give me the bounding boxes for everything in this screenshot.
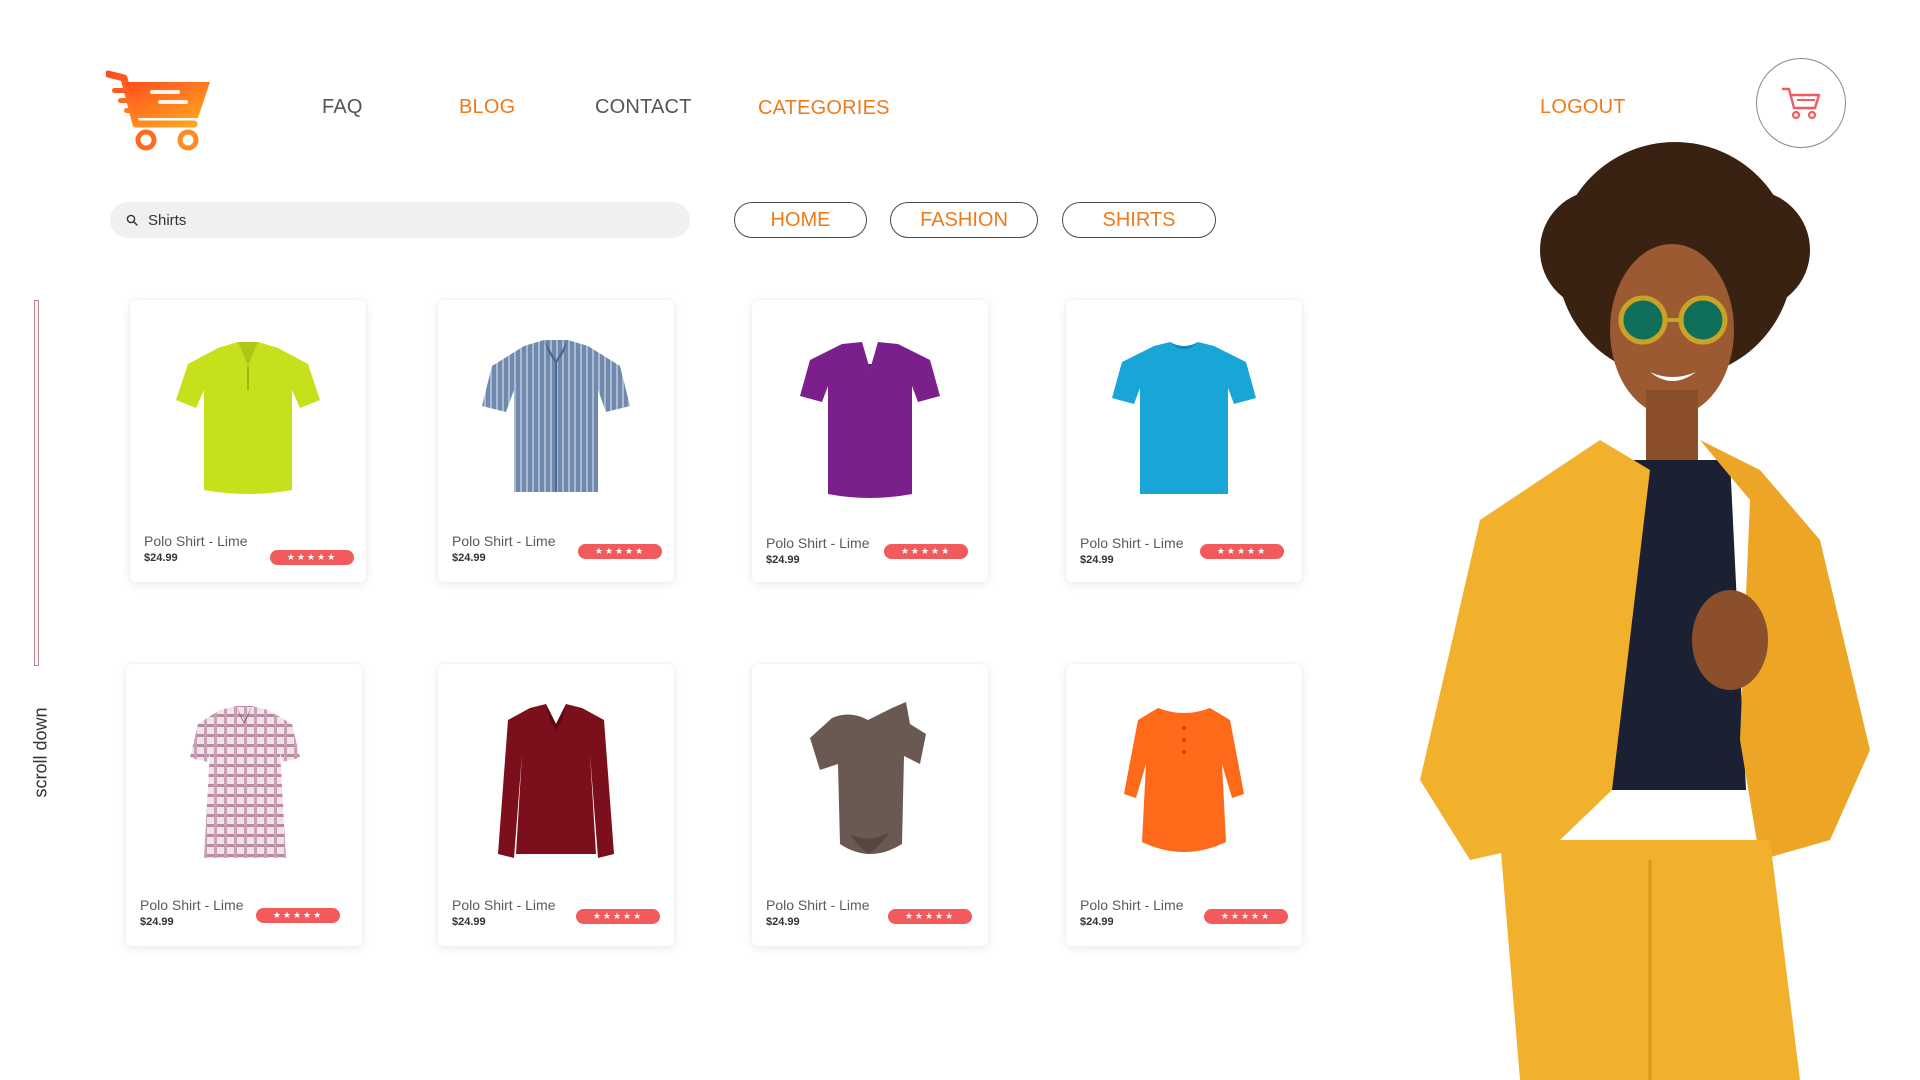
product-image-plaid-shirt [190,706,300,858]
rating-badge: ★★★★★ [576,909,660,924]
pill-shirts[interactable]: SHIRTS [1062,202,1216,238]
product-card[interactable]: Polo Shirt - Lime $24.99 ★★★★★ [752,664,988,946]
product-card[interactable]: Polo Shirt - Lime $24.99 ★★★★★ [126,664,362,946]
product-card[interactable]: Polo Shirt - Lime $24.99 ★★★★★ [1066,300,1302,582]
product-card[interactable]: Polo Shirt - Lime $24.99 ★★★★★ [438,300,674,582]
cart-button[interactable] [1756,58,1846,148]
product-price: $24.99 [766,554,800,566]
rating-badge: ★★★★★ [256,908,340,923]
product-name: Polo Shirt - Lime [1080,897,1184,913]
rating-badge: ★★★★★ [884,544,968,559]
product-price: $24.99 [140,916,174,928]
product-image-purple-tee [800,342,940,498]
rating-badge: ★★★★★ [578,544,662,559]
product-name: Polo Shirt - Lime [766,897,870,913]
search-bar[interactable] [110,202,690,238]
product-price: $24.99 [1080,916,1114,928]
scroll-down-label: scroll down [30,707,51,798]
product-name: Polo Shirt - Lime [766,535,870,551]
product-price: $24.99 [144,552,178,564]
nav-faq[interactable]: FAQ [322,96,363,119]
search-input[interactable] [146,210,670,230]
nav-blog[interactable]: BLOG [459,96,515,119]
pill-fashion[interactable]: FASHION [890,202,1038,238]
product-image-blue-shirt [482,340,630,492]
product-card[interactable]: Polo Shirt - Lime $24.99 ★★★★★ [752,300,988,582]
rating-badge: ★★★★★ [1204,909,1288,924]
product-image-orange-blouse [1124,708,1244,852]
rating-badge: ★★★★★ [1200,544,1284,559]
product-price: $24.99 [452,916,486,928]
scroll-track[interactable] [34,300,39,666]
pill-home[interactable]: HOME [734,202,867,238]
rating-badge: ★★★★★ [888,909,972,924]
product-price: $24.99 [452,552,486,564]
search-icon [126,214,138,226]
product-price: $24.99 [766,916,800,928]
product-name: Polo Shirt - Lime [140,897,244,913]
nav-categories[interactable]: CATEGORIES [758,97,890,120]
product-image-cyan-tee [1112,342,1256,494]
hero-model-image [1420,142,1870,1080]
product-image-brown-tee [810,702,926,854]
product-image-maroon-blouse [498,704,614,858]
product-name: Polo Shirt - Lime [144,533,248,549]
product-card[interactable]: Polo Shirt - Lime $24.99 ★★★★★ [130,300,366,582]
product-image-lime-polo [176,342,320,494]
rating-badge: ★★★★★ [270,550,354,565]
nav-contact[interactable]: CONTACT [595,96,692,119]
product-card[interactable]: Polo Shirt - Lime $24.99 ★★★★★ [1066,664,1302,946]
brand-logo[interactable] [104,68,216,160]
logout-link[interactable]: LOGOUT [1540,96,1626,119]
cart-logo-icon [104,70,210,151]
product-name: Polo Shirt - Lime [452,897,556,913]
shopping-cart-icon [1781,87,1821,120]
product-price: $24.99 [1080,554,1114,566]
product-name: Polo Shirt - Lime [1080,535,1184,551]
product-name: Polo Shirt - Lime [452,533,556,549]
product-card[interactable]: Polo Shirt - Lime $24.99 ★★★★★ [438,664,674,946]
